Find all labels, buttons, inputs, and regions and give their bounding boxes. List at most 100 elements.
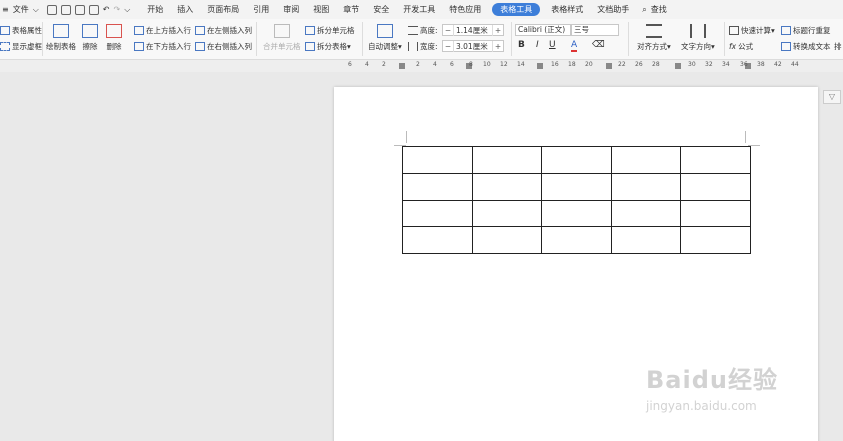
table-properties-button[interactable]: 表格属性 [0, 25, 42, 36]
tab-table-style[interactable]: 表格样式 [544, 0, 590, 19]
ruler-tick: 38 [757, 61, 765, 68]
delete-button[interactable]: 删除 [106, 24, 122, 52]
quick-access-dropdown-icon[interactable]: ⌵ [122, 0, 132, 19]
ruler-tick: 20 [585, 61, 593, 68]
align-dropdown-icon: ▾ [667, 42, 671, 51]
split-table-button[interactable]: 拆分表格 ▾ [305, 41, 351, 52]
text-direction-label: 文字方向 [681, 42, 711, 51]
table-cell[interactable] [610, 199, 682, 228]
split-cells-button[interactable]: 拆分单元格 [305, 25, 355, 36]
table-cell[interactable] [680, 146, 751, 174]
table-cell[interactable] [541, 172, 612, 201]
tab-developer[interactable]: 开发工具 [396, 0, 442, 19]
table-cell[interactable] [471, 172, 543, 201]
merge-cells-button[interactable]: 合并单元格 [263, 24, 301, 52]
insert-col-left-label: 在左侧插入列 [207, 26, 252, 35]
draw-table-icon [53, 24, 69, 38]
tab-review[interactable]: 审阅 [276, 0, 306, 19]
sort-button[interactable]: 排 [834, 41, 842, 52]
auto-fit-label: 自动调整 [368, 42, 398, 51]
height-stepper[interactable]: − 1.14厘米 + [442, 24, 504, 36]
convert-text-button[interactable]: 转换成文本 [781, 41, 831, 52]
insert-row-below-label: 在下方插入行 [146, 42, 191, 51]
height-increment-button[interactable]: + [493, 26, 503, 35]
table-cell[interactable] [402, 146, 473, 174]
height-decrement-button[interactable]: − [443, 26, 453, 35]
table-cell[interactable] [402, 199, 473, 228]
table-cell[interactable] [402, 226, 473, 255]
table-cell[interactable] [610, 172, 682, 201]
export-icon[interactable] [60, 4, 71, 15]
watermark-url: jingyan.baidu.com [646, 399, 757, 413]
table-cell[interactable] [680, 199, 751, 228]
formula-button[interactable]: fx 公式 [729, 41, 753, 52]
left-indent-marker[interactable] [399, 63, 405, 69]
tab-references[interactable]: 引用 [246, 0, 276, 19]
file-menu[interactable]: 文件 [11, 0, 31, 19]
undo-icon[interactable]: ↶ [101, 0, 112, 19]
file-dropdown-icon[interactable]: ⌵ [31, 0, 41, 19]
table-cell[interactable] [471, 226, 543, 255]
tab-doc-assistant[interactable]: 文档助手 [590, 0, 636, 19]
tab-home[interactable]: 开始 [140, 0, 170, 19]
tab-security[interactable]: 安全 [366, 0, 396, 19]
width-value[interactable]: 3.01厘米 [453, 40, 493, 52]
save-icon[interactable] [46, 4, 57, 15]
column-marker[interactable] [606, 63, 612, 69]
insert-row-above-button[interactable]: 在上方插入行 [134, 25, 191, 36]
tab-table-tools[interactable]: 表格工具 [492, 3, 541, 16]
erase-button[interactable]: 擦除 [82, 24, 98, 52]
menu-icon[interactable]: ≡ [0, 0, 11, 19]
width-stepper[interactable]: − 3.01厘米 + [442, 40, 504, 52]
text-direction-button[interactable]: 文字方向▾ [681, 24, 715, 52]
tab-view[interactable]: 视图 [306, 0, 336, 19]
draw-table-button[interactable]: 绘制表格 [46, 24, 76, 52]
redo-icon[interactable]: ↷ [111, 0, 122, 19]
tab-page-layout[interactable]: 页面布局 [200, 0, 246, 19]
auto-fit-button[interactable]: 自动调整▾ [368, 24, 402, 52]
font-name-select[interactable]: Calibri (正文) [515, 24, 571, 36]
clear-format-icon[interactable]: ⌫ [592, 40, 605, 50]
width-decrement-button[interactable]: − [443, 42, 453, 51]
align-button[interactable]: 对齐方式▾ [637, 24, 671, 52]
show-gridlines-button[interactable]: 显示虚框 [0, 41, 42, 52]
document-table[interactable] [402, 146, 751, 255]
table-cell[interactable] [610, 226, 682, 255]
print-preview-icon[interactable] [88, 4, 99, 15]
tab-features[interactable]: 特色应用 [442, 0, 488, 19]
table-cell[interactable] [541, 226, 612, 255]
table-cell[interactable] [680, 172, 751, 201]
insert-col-right-button[interactable]: 在右侧插入列 [195, 41, 252, 52]
column-marker[interactable] [675, 63, 681, 69]
height-value[interactable]: 1.14厘米 [453, 24, 493, 36]
table-cell[interactable] [541, 146, 612, 174]
quick-calc-dropdown-icon: ▾ [771, 26, 775, 35]
column-marker[interactable] [537, 63, 543, 69]
table-cell[interactable] [471, 199, 543, 228]
table-cell[interactable] [610, 146, 682, 174]
font-size-select[interactable]: 三号 [571, 24, 619, 36]
table-cell[interactable] [680, 226, 751, 255]
quick-calc-button[interactable]: 快速计算 ▾ [729, 25, 775, 36]
search-label[interactable]: 查找 [649, 0, 669, 19]
tab-section[interactable]: 章节 [336, 0, 366, 19]
table-cell[interactable] [402, 172, 473, 201]
insert-col-left-button[interactable]: 在左侧插入列 [195, 25, 252, 36]
bold-button[interactable]: B [518, 40, 525, 50]
search-icon[interactable]: ⌕ [640, 0, 648, 19]
width-increment-button[interactable]: + [493, 42, 503, 51]
ruler-tick: 22 [618, 61, 626, 68]
tab-insert[interactable]: 插入 [170, 0, 200, 19]
calculator-icon [729, 26, 739, 35]
font-color-button[interactable]: A [571, 40, 578, 52]
ruler-tick: 2 [382, 61, 386, 68]
italic-button[interactable]: I [536, 40, 539, 50]
underline-button[interactable]: U [549, 40, 556, 50]
repeat-header-button[interactable]: 标题行重复 [781, 25, 831, 36]
horizontal-ruler[interactable]: 6 4 2 2 4 6 8 10 12 14 16 18 20 22 26 28… [0, 60, 843, 72]
print-icon[interactable] [74, 4, 85, 15]
insert-row-below-button[interactable]: 在下方插入行 [134, 41, 191, 52]
side-panel-toggle-icon[interactable]: ▽ [823, 90, 841, 104]
table-cell[interactable] [541, 199, 612, 228]
table-cell[interactable] [471, 146, 543, 174]
